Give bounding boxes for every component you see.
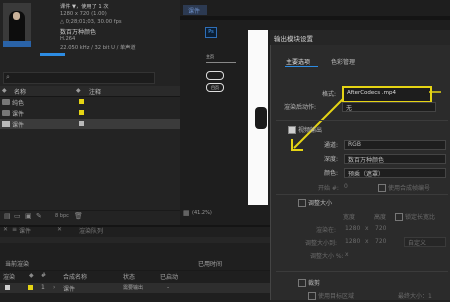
use-comp-frame-label: 使用合成帧编号 [388, 185, 431, 192]
times-icon: x [345, 251, 349, 258]
crop-label: 裁剪 [308, 280, 321, 287]
section-divider [276, 194, 448, 195]
use-roi-label: 使用目标区域 [318, 293, 355, 300]
width-label: 宽度 [343, 214, 356, 221]
resize-preset-value: 自定义 [408, 240, 427, 247]
channels-dropdown[interactable]: RGB [344, 140, 446, 150]
depth-value: 数百万种颜色 [348, 157, 385, 164]
post-render-dropdown[interactable]: 无 [342, 102, 436, 112]
render-height: 720 [375, 225, 387, 232]
start-value[interactable]: 0 [344, 183, 348, 190]
crop-checkbox[interactable] [298, 279, 306, 287]
section-divider [276, 271, 448, 272]
section-divider [276, 120, 448, 121]
depth-dropdown[interactable]: 数百万种颜色 [344, 154, 446, 164]
lock-aspect-label: 锁定长宽比 [405, 214, 436, 221]
start-label: 开始 #: [318, 185, 339, 192]
render-at-label: 渲染在: [316, 227, 337, 234]
resize-checkbox[interactable] [298, 199, 306, 207]
post-render-label: 渲染后动作: [284, 104, 317, 111]
video-output-checkbox[interactable] [288, 126, 296, 134]
video-output-label: 视频输出 [298, 127, 323, 134]
height-label: 高度 [374, 214, 387, 221]
render-width: 1280 [345, 225, 361, 232]
channels-label: 通道: [324, 142, 339, 149]
depth-label: 深度: [324, 156, 339, 163]
final-size-label: 最终大小：1 [398, 293, 432, 300]
times-icon: x [365, 225, 369, 232]
highlight-arrow [291, 91, 441, 151]
channels-value: RGB [348, 141, 361, 148]
use-comp-frame-checkbox[interactable] [378, 184, 386, 192]
resize-percent-label: 调整大小 %: [310, 253, 344, 260]
resize-to-label: 调整大小到: [305, 240, 338, 247]
use-roi-checkbox[interactable] [308, 292, 316, 300]
resize-preset-dropdown[interactable]: 自定义 [404, 237, 446, 247]
color-label: 颜色: [324, 170, 339, 177]
post-render-value: 无 [346, 105, 353, 112]
resize-width-input[interactable]: 1280 [345, 238, 360, 245]
resize-height-input[interactable]: 720 [375, 238, 386, 245]
times-icon: x [365, 238, 369, 245]
resize-label: 调整大小 [308, 200, 333, 207]
lock-aspect-checkbox[interactable] [395, 213, 403, 221]
color-dropdown[interactable]: 预乘（遮罩） [344, 168, 446, 178]
color-value: 预乘（遮罩） [348, 171, 385, 178]
